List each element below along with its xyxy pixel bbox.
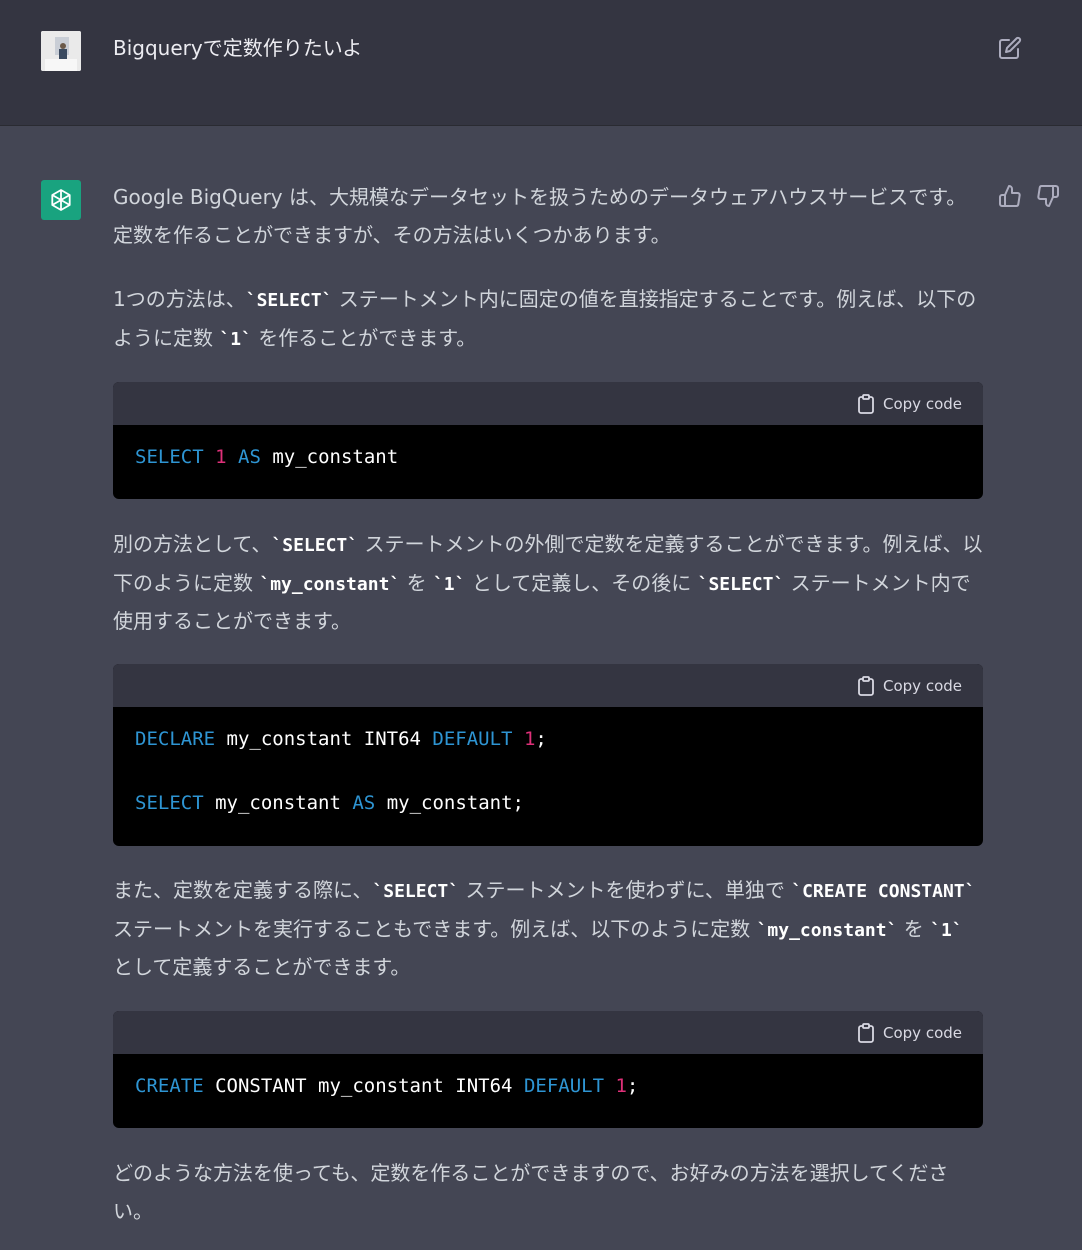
user-message-text: Bigqueryで定数作りたいよ <box>113 36 363 60</box>
code-keyword: SELECT <box>135 446 204 468</box>
edit-icon[interactable] <box>998 36 1022 60</box>
code-text: ; <box>626 1075 639 1097</box>
paragraph-3: 別の方法として、`SELECT` ステートメントの外側で定数を定義することができ… <box>113 532 983 633</box>
inline-code: `1` <box>432 573 466 595</box>
code-body: CREATE CONSTANT my_constant INT64 DEFAUL… <box>113 1054 983 1118</box>
code-keyword: AS <box>238 446 261 468</box>
user-avatar <box>41 31 81 71</box>
user-message-row: Bigqueryで定数作りたいよ <box>0 0 1082 126</box>
code-keyword: SELECT <box>135 792 204 814</box>
code-block-header: Copy code <box>113 664 983 707</box>
thumbs-up-icon[interactable] <box>998 184 1022 208</box>
code-body: SELECT 1 AS my_constant <box>113 425 983 489</box>
code-keyword: DEFAULT <box>523 1075 605 1097</box>
code-text: my_constant; <box>375 792 524 814</box>
code-block-header: Copy code <box>113 1011 983 1054</box>
code-line: DECLARE my_constant INT64 DEFAULT 1; <box>135 707 961 771</box>
inline-code: `SELECT` <box>271 535 359 556</box>
code-number: 1 <box>615 1075 627 1097</box>
paragraph-4: また、定数を定義する際に、`SELECT` ステートメントを使わずに、単独で `… <box>113 878 976 979</box>
inline-code: `SELECT` <box>372 881 460 902</box>
code-text: my_constant <box>203 792 353 814</box>
inline-code: `1` <box>930 919 963 941</box>
code-keyword: DECLARE <box>135 728 216 750</box>
clipboard-icon <box>858 1023 874 1043</box>
copy-code-button[interactable]: Copy code <box>857 1021 962 1045</box>
assistant-message-row: Google BigQuery は、大規模なデータセットを扱うためのデータウェア… <box>0 126 1082 1250</box>
copy-code-label: Copy code <box>883 677 962 695</box>
copy-code-button[interactable]: Copy code <box>857 392 962 416</box>
code-line: SELECT 1 AS my_constant <box>135 425 961 489</box>
code-block-header: Copy code <box>113 382 983 425</box>
copy-code-label: Copy code <box>883 1024 962 1042</box>
inline-code: `my_constant` <box>756 919 898 941</box>
inline-code: `SELECT` <box>697 573 785 595</box>
code-keyword: CREATE <box>135 1075 204 1097</box>
clipboard-icon <box>858 394 874 414</box>
inline-code: `CREATE CONSTANT` <box>791 881 976 902</box>
code-block-3: Copy code CREATE CONSTANT my_constant IN… <box>113 1011 983 1128</box>
code-number: 1 <box>523 728 536 750</box>
code-keyword: AS <box>352 792 376 814</box>
copy-code-label: Copy code <box>883 395 962 413</box>
code-block-2: Copy code DECLARE my_constant INT64 DEFA… <box>113 664 983 846</box>
code-line: SELECT my_constant AS my_constant; <box>135 771 961 835</box>
paragraph-1: Google BigQuery は、大規模なデータセットを扱うためのデータウェア… <box>113 185 967 247</box>
code-keyword: DEFAULT <box>432 728 513 750</box>
code-text: my_constant INT64 <box>215 728 433 750</box>
thumbs-down-icon[interactable] <box>1036 184 1060 208</box>
code-text: ; <box>535 728 547 750</box>
inline-code: `1` <box>219 328 252 350</box>
code-number: 1 <box>215 446 227 468</box>
code-body: DECLARE my_constant INT64 DEFAULT 1; SELE… <box>113 707 983 835</box>
inline-code: `my_constant` <box>259 573 401 595</box>
code-text: my_constant <box>260 446 399 468</box>
openai-logo-icon <box>41 180 81 220</box>
copy-code-button[interactable]: Copy code <box>857 674 962 698</box>
paragraph-2: 1つの方法は、`SELECT` ステートメント内に固定の値を直接指定することです… <box>113 287 977 350</box>
inline-code: `SELECT` <box>245 290 333 311</box>
paragraph-5: どのような方法を使っても、定数を作ることができますので、お好みの方法を選択してく… <box>113 1161 949 1223</box>
code-line: CREATE CONSTANT my_constant INT64 DEFAUL… <box>135 1054 961 1118</box>
code-text: CONSTANT my_constant INT64 <box>203 1075 524 1097</box>
code-block-1: Copy code SELECT 1 AS my_constant <box>113 382 983 499</box>
clipboard-icon <box>858 676 874 696</box>
